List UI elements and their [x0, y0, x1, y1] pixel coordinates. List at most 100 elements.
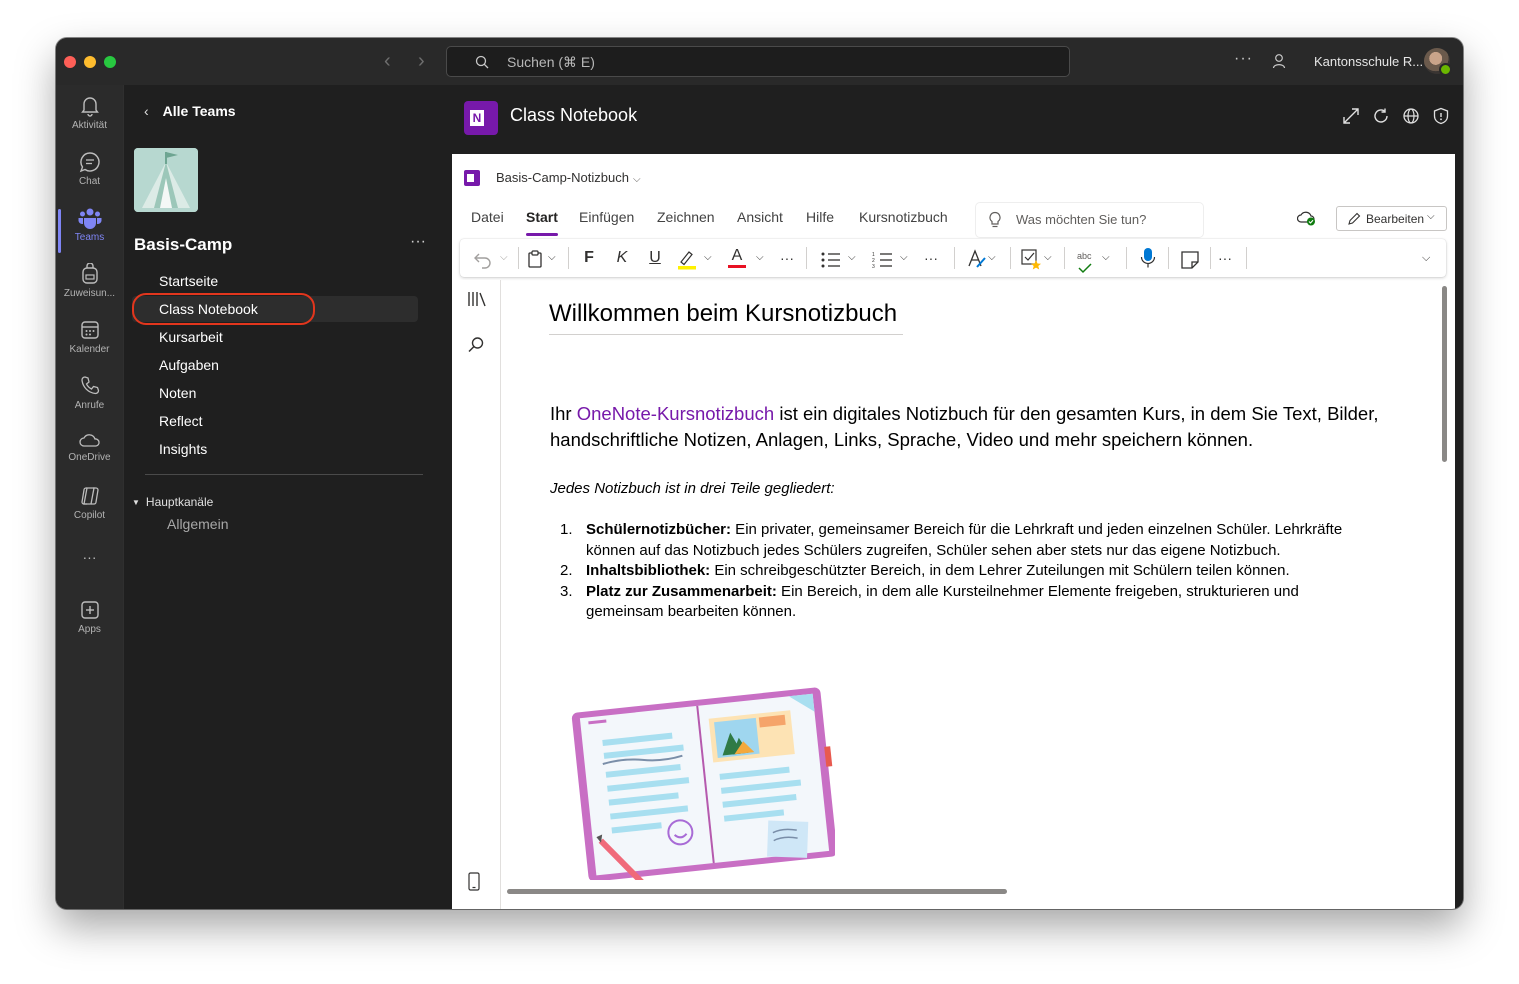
edit-mode-button[interactable]: Bearbeiten ⌵	[1336, 206, 1447, 231]
chevron-down-icon: ⌵	[1427, 211, 1435, 222]
device-view-icon[interactable]	[467, 872, 481, 892]
tell-me-placeholder: Was möchten Sie tun?	[1016, 212, 1147, 227]
font-color-dropdown-icon[interactable]: ⌵	[756, 247, 764, 269]
list-item-title: Platz zur Zusammenarbeit:	[586, 582, 777, 600]
notebooks-library-icon[interactable]	[467, 290, 487, 308]
tent-icon	[134, 148, 198, 212]
organization-name[interactable]: Kantonsschule R...	[1314, 54, 1423, 69]
styles-dropdown-icon[interactable]: ⌵	[988, 247, 996, 269]
onenote-link[interactable]: OneNote-Kursnotizbuch	[577, 403, 774, 424]
italic-button[interactable]: K	[615, 247, 629, 269]
expand-icon[interactable]	[1342, 107, 1360, 125]
onenote-app-icon: N	[464, 101, 498, 135]
appbar-item-calls[interactable]: Anrufe	[56, 375, 123, 429]
sync-status-icon[interactable]	[1297, 210, 1317, 226]
separator	[1010, 247, 1011, 269]
tab-start[interactable]: Start	[526, 209, 558, 236]
bullet-list-icon[interactable]	[820, 249, 842, 271]
phone-icon	[80, 376, 99, 395]
more-options-icon[interactable]: ···	[1234, 50, 1253, 68]
tag-dropdown-icon[interactable]: ⌵	[1044, 247, 1052, 269]
appbar-item-copilot[interactable]: Copilot	[56, 485, 123, 539]
clipboard-icon[interactable]	[526, 248, 544, 270]
tab-ansicht[interactable]: Ansicht	[737, 209, 783, 225]
styles-icon[interactable]	[966, 248, 988, 270]
tab-zeichnen[interactable]: Zeichnen	[657, 209, 715, 225]
channel-kursarbeit[interactable]: Kursarbeit	[132, 324, 418, 350]
channel-noten[interactable]: Noten	[132, 380, 418, 406]
back-arrow-icon[interactable]: ‹	[384, 50, 391, 72]
section-label: Hauptkanäle	[145, 495, 214, 509]
font-color-button[interactable]: A	[728, 247, 746, 268]
microphone-icon[interactable]	[1140, 247, 1156, 269]
more-ribbon-icon[interactable]: ···	[1218, 247, 1232, 269]
appbar-item-apps[interactable]: Apps	[56, 599, 123, 653]
section-hauptkanaele[interactable]: ▼ Hauptkanäle	[132, 495, 213, 509]
spelling-dropdown-icon[interactable]: ⌵	[1102, 247, 1110, 269]
numbered-list-icon[interactable]: 1 2 3	[872, 249, 894, 271]
tab-einfuegen[interactable]: Einfügen	[579, 209, 634, 225]
minimize-window-button[interactable]	[84, 56, 96, 68]
vertical-scrollbar[interactable]	[1442, 286, 1447, 462]
tab-datei[interactable]: Datei	[471, 209, 504, 225]
sticky-note-icon[interactable]	[1180, 249, 1200, 271]
tab-hilfe[interactable]: Hilfe	[806, 209, 834, 225]
appbar-item-chat[interactable]: Chat	[56, 151, 123, 205]
undo-icon[interactable]	[473, 249, 493, 271]
team-more-options-icon[interactable]: ···	[410, 233, 426, 251]
paste-dropdown-icon[interactable]: ⌵	[548, 247, 556, 269]
user-avatar[interactable]	[1424, 48, 1452, 76]
globe-icon[interactable]	[1402, 107, 1420, 125]
person-settings-icon[interactable]	[1272, 53, 1288, 69]
highlighter-icon[interactable]	[676, 248, 698, 270]
list-number: 1.	[560, 521, 573, 538]
forward-arrow-icon[interactable]: ›	[418, 50, 425, 72]
channel-class-notebook[interactable]: Class Notebook	[132, 296, 418, 322]
tag-icon[interactable]	[1020, 248, 1042, 270]
channel-aufgaben[interactable]: Aufgaben	[132, 352, 418, 378]
underline-button[interactable]: U	[648, 247, 662, 269]
tell-me-search[interactable]: Was möchten Sie tun?	[976, 203, 1203, 237]
appbar-label: Anrufe	[74, 400, 105, 411]
ribbon-toolbar: ⌵ ⌵ F K U ⌵ A ⌵ ··· ⌵ 1 2 3 ⌵ ··· ⌵ ⌵ ab…	[460, 239, 1446, 277]
search-icon	[475, 55, 489, 69]
highlight-dropdown-icon[interactable]: ⌵	[704, 247, 712, 269]
numbered-dropdown-icon[interactable]: ⌵	[900, 247, 908, 269]
notebook-page[interactable]: Willkommen beim Kursnotizbuch Ihr OneNot…	[501, 280, 1441, 909]
channel-allgemein[interactable]: Allgemein	[167, 516, 228, 532]
channel-reflect[interactable]: Reflect	[132, 408, 418, 434]
appbar-item-activity[interactable]: Aktivität	[56, 95, 123, 149]
refresh-icon[interactable]	[1372, 107, 1390, 125]
shield-icon[interactable]	[1432, 107, 1450, 125]
teams-icon	[78, 208, 101, 229]
ribbon-collapse-chevron-icon[interactable]: ⌵	[1422, 247, 1430, 269]
page-heading[interactable]: Willkommen beim Kursnotizbuch	[549, 300, 903, 335]
channel-startseite[interactable]: Startseite	[132, 268, 418, 294]
search-icon[interactable]	[467, 336, 485, 354]
all-teams-back-button[interactable]: ‹ Alle Teams	[144, 103, 236, 119]
bold-button[interactable]: F	[582, 247, 596, 269]
list-number: 3.	[560, 582, 573, 600]
horizontal-scrollbar[interactable]	[507, 889, 1007, 894]
more-paragraph-icon[interactable]: ···	[924, 247, 938, 269]
appbar-item-assignments[interactable]: Zuweisun...	[56, 263, 123, 317]
appbar-item-onedrive[interactable]: OneDrive	[56, 431, 123, 485]
undo-dropdown-icon[interactable]: ⌵	[500, 247, 508, 269]
tab-kursnotizbuch[interactable]: Kursnotizbuch	[859, 209, 948, 225]
notebook-parts-list: 1. Schülernotizbücher: Ein privater, geme…	[550, 520, 1370, 623]
search-input[interactable]: Suchen (⌘ E)	[446, 46, 1070, 77]
appbar-more-button[interactable]: ···	[56, 549, 123, 569]
bullet-dropdown-icon[interactable]: ⌵	[848, 247, 856, 269]
maximize-window-button[interactable]	[104, 56, 116, 68]
close-window-button[interactable]	[64, 56, 76, 68]
appbar-item-teams[interactable]: Teams	[56, 207, 123, 261]
teams-window: ‹ › Suchen (⌘ E) ··· Kantonsschule R... …	[56, 38, 1463, 909]
more-format-icon[interactable]: ···	[780, 247, 794, 269]
channel-insights[interactable]: Insights	[132, 436, 418, 462]
onenote-frame: Basis-Camp-Notizbuch ⌵ Datei Start Einfüg…	[452, 154, 1455, 909]
notebook-selector[interactable]: Basis-Camp-Notizbuch ⌵	[496, 170, 641, 185]
calendar-icon	[80, 321, 99, 339]
chevron-left-icon: ‹	[144, 103, 149, 119]
team-avatar[interactable]	[134, 148, 198, 212]
appbar-item-calendar[interactable]: Kalender	[56, 319, 123, 373]
